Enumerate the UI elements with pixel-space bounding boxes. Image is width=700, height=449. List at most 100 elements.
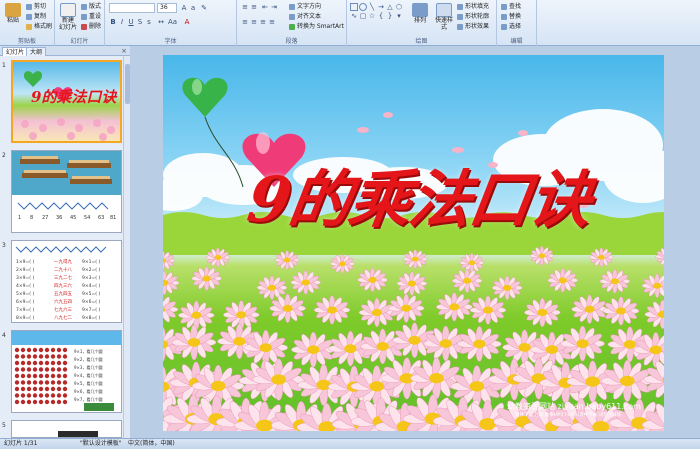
justify-icon[interactable]: ≡ bbox=[268, 18, 276, 26]
arrange-button[interactable]: 排列 bbox=[409, 3, 431, 33]
daisy-flower bbox=[388, 293, 425, 323]
bracket-shape-icon[interactable]: } bbox=[386, 12, 394, 20]
daisy-flower bbox=[171, 324, 217, 361]
bold-icon[interactable]: B bbox=[109, 18, 117, 26]
underline-icon[interactable]: U bbox=[127, 18, 135, 26]
delete-slide-button[interactable]: 删除 bbox=[81, 22, 101, 31]
new-slide-button[interactable]: 新建 幻灯片 bbox=[57, 3, 79, 33]
svg-text:9×3，看几个圆: 9×3，看几个圆 bbox=[74, 364, 102, 370]
triangle-shape-icon[interactable]: △ bbox=[386, 3, 394, 11]
convert-smartart-button[interactable]: 转换为 SmartArt bbox=[289, 22, 344, 31]
line-shape-icon[interactable]: ╲ bbox=[368, 3, 376, 11]
grid-dot bbox=[20, 386, 26, 392]
clear-format-icon[interactable]: ✎ bbox=[200, 4, 208, 12]
reset-button[interactable]: 重设 bbox=[81, 12, 101, 21]
increase-indent-icon[interactable]: ⇥ bbox=[270, 3, 278, 11]
tab-slides[interactable]: 幻灯片 bbox=[2, 47, 29, 56]
layout-icon bbox=[81, 3, 87, 10]
slide-thumbnail-5[interactable] bbox=[11, 420, 122, 438]
powerpoint-window: 粘贴 剪切 复制 格式刷 剪贴板 新建 幻灯片 版式 重设 删除 幻灯片 36 … bbox=[0, 0, 700, 449]
bullets-icon[interactable]: ≡ bbox=[241, 3, 249, 11]
scissors-icon bbox=[26, 3, 32, 10]
svg-text:9×4，看几个圆: 9×4，看几个圆 bbox=[74, 372, 102, 378]
strikethrough-icon[interactable]: S bbox=[136, 18, 144, 26]
grid-dot bbox=[56, 380, 62, 385]
arrow-shape-icon[interactable]: → bbox=[377, 3, 385, 11]
daisy-flower bbox=[290, 270, 321, 295]
oval-shape-icon[interactable] bbox=[359, 3, 367, 11]
layout-button[interactable]: 版式 bbox=[81, 2, 101, 11]
thumbnail-scrollbar[interactable] bbox=[123, 56, 130, 438]
font-size-combo[interactable]: 36 bbox=[157, 3, 177, 13]
text-direction-button[interactable]: 文字方向 bbox=[289, 2, 321, 11]
grid-dot bbox=[50, 399, 56, 405]
grow-font-icon[interactable]: A bbox=[180, 4, 188, 12]
grid-dot bbox=[50, 347, 56, 353]
numbering-icon[interactable]: ≡ bbox=[250, 3, 258, 11]
format-painter-button[interactable]: 格式刷 bbox=[26, 22, 52, 31]
slide-thumbnail-1[interactable]: 9的乘法口诀 bbox=[11, 60, 122, 143]
decrease-indent-icon[interactable]: ⇤ bbox=[261, 3, 269, 11]
star-shape-icon[interactable]: ☆ bbox=[368, 12, 376, 20]
text-direction-label: 文字方向 bbox=[297, 3, 322, 10]
shape-effects-button[interactable]: 形状效果 bbox=[457, 22, 489, 31]
replace-button[interactable]: 替换 bbox=[501, 12, 521, 21]
shape-fill-button[interactable]: 形状填充 bbox=[457, 2, 489, 11]
grid-dot bbox=[44, 367, 50, 372]
slide-title[interactable]: 9的乘法口诀 bbox=[243, 149, 597, 239]
slide-thumbnail-4[interactable]: 9×1，看几个圆 9×2，看几个圆 9×3，看几个圆 9×4，看几个圆 9×5，看几个圆… bbox=[11, 330, 122, 413]
paste-button[interactable]: 粘贴 bbox=[2, 3, 24, 33]
grid-dot bbox=[56, 373, 62, 379]
align-left-icon[interactable]: ≡ bbox=[241, 18, 249, 26]
grid-dot bbox=[14, 360, 20, 366]
watermark-subtext: 课件下载 儿歌 故事MP3 FLASH课件下载 试卷下载等 bbox=[515, 413, 622, 418]
find-button[interactable]: 查找 bbox=[501, 2, 521, 11]
copy-button[interactable]: 复制 bbox=[26, 12, 46, 21]
slide-number: 2 bbox=[2, 152, 6, 159]
grid-dot bbox=[56, 393, 62, 398]
font-name-combo[interactable] bbox=[109, 3, 155, 13]
close-icon[interactable]: × bbox=[121, 47, 127, 55]
hexagon-shape-icon[interactable]: ⬡ bbox=[395, 3, 403, 11]
grid-dot bbox=[26, 386, 32, 392]
svg-text:63: 63 bbox=[98, 215, 104, 221]
select-button[interactable]: 选择 bbox=[501, 22, 521, 31]
grid-dot bbox=[14, 373, 20, 379]
replace-icon bbox=[501, 13, 507, 20]
shape-outline-button[interactable]: 形状轮廓 bbox=[457, 12, 489, 21]
slide-number: 5 bbox=[2, 422, 6, 429]
slide-canvas[interactable]: 9的乘法口诀 幼教资源网站 ziyuan.baby611.com 课件下载 儿歌… bbox=[163, 55, 664, 431]
grid-dot bbox=[50, 386, 56, 392]
daisy-flower bbox=[599, 269, 631, 294]
char-spacing-icon[interactable]: ↔ bbox=[157, 18, 165, 26]
delete-label: 删除 bbox=[89, 23, 102, 30]
daisy-flower bbox=[163, 294, 179, 325]
align-text-button[interactable]: 对齐文本 bbox=[289, 12, 321, 21]
more-shapes-icon[interactable]: ▾ bbox=[395, 12, 403, 20]
cut-button[interactable]: 剪切 bbox=[26, 2, 46, 11]
rounded-rect-shape-icon[interactable]: ▢ bbox=[359, 12, 367, 20]
scrollbar-thumb[interactable] bbox=[125, 64, 130, 104]
quick-styles-button[interactable]: 快速样式 bbox=[433, 3, 455, 33]
shadow-icon[interactable]: s bbox=[145, 18, 153, 26]
language-indicator[interactable]: 中文(简体，中国) bbox=[128, 439, 175, 449]
grid-dot bbox=[20, 373, 26, 379]
grid-dot bbox=[32, 393, 38, 398]
slide-thumbnail-2[interactable]: 1 8 27 36 45 54 63 81 bbox=[11, 150, 122, 233]
grid-dot bbox=[56, 399, 62, 405]
svg-text:54: 54 bbox=[84, 215, 90, 221]
slide-thumbnail-3[interactable]: 1×9=( ) 2×9=( ) 3×9=( ) 4×9=( ) 5×9=( ) 6×9=(… bbox=[11, 240, 122, 323]
tab-outline[interactable]: 大纲 bbox=[26, 47, 47, 56]
grid-dot bbox=[44, 386, 50, 392]
brace-shape-icon[interactable]: { bbox=[377, 12, 385, 20]
shrink-font-icon[interactable]: a bbox=[189, 4, 197, 12]
font-color-icon[interactable]: A bbox=[183, 18, 191, 26]
rectangle-shape-icon[interactable] bbox=[350, 3, 358, 11]
italic-icon[interactable]: I bbox=[118, 18, 126, 26]
paragraph-group-label: 段落 bbox=[285, 38, 298, 45]
align-right-icon[interactable]: ≡ bbox=[259, 18, 267, 26]
grid-dot bbox=[62, 347, 68, 353]
curve-shape-icon[interactable]: ∿ bbox=[350, 12, 358, 20]
align-center-icon[interactable]: ≡ bbox=[250, 18, 258, 26]
change-case-icon[interactable]: Aa bbox=[168, 18, 177, 26]
